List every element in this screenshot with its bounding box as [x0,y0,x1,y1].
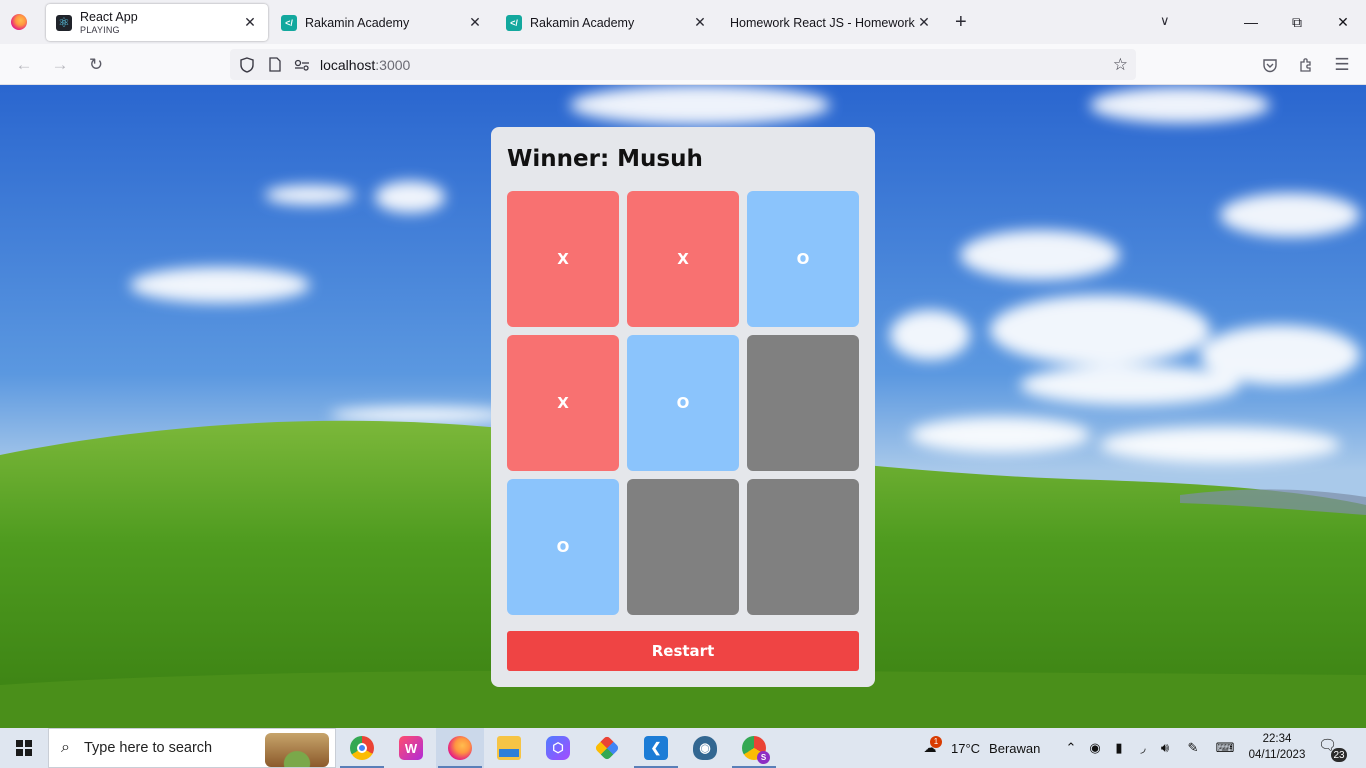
taskbar-firefox[interactable] [436,728,484,768]
record-icon[interactable]: ◉ [1086,738,1104,758]
postgresql-icon: ◉ [693,736,717,760]
page-viewport: Winner: Musuh X X O X O O Restart [0,85,1366,728]
search-highlight-image [265,733,329,767]
tab-rakamin-academy-1[interactable]: </ Rakamin Academy ✕ [271,4,493,41]
board-cell[interactable]: O [627,335,739,471]
wps-office-icon: W [399,736,423,760]
tab-homework-react[interactable]: Homework React JS - Homework Re ✕ [720,4,942,41]
minimize-window-icon[interactable]: — [1228,0,1274,44]
tab-strip: ⚛ React App PLAYING ✕ </ Rakamin Academy… [0,0,1366,44]
weather-alert-badge: 1 [930,736,942,748]
board-cell[interactable]: X [507,191,619,327]
tab-title: Rakamin Academy [530,15,635,30]
tab-title: Rakamin Academy [305,15,410,30]
windows-logo-icon [16,740,32,756]
file-explorer-icon [497,736,521,760]
taskbar-wps-office[interactable]: W [387,728,435,768]
board-cell[interactable]: X [507,335,619,471]
url-bar[interactable]: localhost:3000 ☆ [230,49,1136,80]
firefox-icon [448,736,472,760]
weather-description: Berawan [989,740,1041,756]
keyboard-icon[interactable]: ⌨ [1212,738,1238,758]
react-icon: ⚛ [56,14,72,31]
board-cell[interactable]: O [747,191,859,327]
taskbar-postgresql[interactable]: ◉ [681,728,729,768]
hamburger-menu-icon[interactable]: ☰ [1330,53,1354,77]
board-cell[interactable] [627,479,739,615]
show-hidden-icons-chevron-icon[interactable]: ⌃ [1062,738,1080,758]
taskbar-git[interactable] [583,728,631,768]
volume-icon[interactable]: 🔊︎ [1156,738,1174,758]
tab-playing-label: PLAYING [80,25,120,35]
url-port: :3000 [375,57,411,73]
url-host: localhost [320,57,376,73]
clock-date: 04/11/2023 [1248,749,1306,761]
close-window-icon[interactable]: ✕ [1320,0,1366,44]
url-text[interactable]: localhost:3000 [320,57,410,73]
rakamin-icon: </ [281,14,297,31]
wifi-icon[interactable]: ◞ [1134,738,1152,758]
search-placeholder: Type here to search [83,740,213,756]
board-cell[interactable] [747,479,859,615]
reload-icon[interactable]: ↻ [84,53,108,77]
pen-icon[interactable]: ✎ [1184,738,1202,758]
board-cell[interactable] [747,335,859,471]
list-all-tabs-icon[interactable]: ∨ [1160,13,1170,29]
vscode-icon: ❮ [644,736,668,760]
notification-count-badge: 23 [1330,747,1348,763]
page-icon[interactable] [266,56,283,73]
board-cell[interactable]: O [507,479,619,615]
git-icon [594,735,620,761]
start-button[interactable] [0,728,48,768]
shield-icon[interactable] [238,56,255,73]
restore-window-icon[interactable]: ⧉ [1274,0,1320,44]
firefox-menu-icon[interactable] [11,14,27,30]
chrome-profile-icon: S [742,736,770,764]
weather-widget[interactable]: 17°C Berawan [951,728,1040,768]
forward-icon[interactable]: → [48,53,72,77]
permissions-icon[interactable] [293,56,310,73]
game-card: Winner: Musuh X X O X O O Restart [491,127,875,687]
new-tab-button[interactable]: + [955,12,967,32]
tab-title: React App [80,10,138,24]
game-status: Winner: Musuh [507,146,703,172]
back-icon[interactable]: ← [12,53,36,77]
taskbar-file-explorer[interactable] [485,728,533,768]
taskbar-vscode[interactable]: ❮ [632,728,680,768]
chrome-icon [350,736,374,760]
tab-rakamin-academy-2[interactable]: </ Rakamin Academy ✕ [496,4,718,41]
taskbar-app[interactable]: ⬡ [534,728,582,768]
taskbar-search-box[interactable]: ⌕ Type here to search [48,728,336,768]
bookmark-star-icon[interactable]: ☆ [1113,55,1128,75]
clock-time: 22:34 [1262,733,1292,745]
close-tab-icon[interactable]: ✕ [692,14,708,31]
taskbar-clock[interactable]: 22:34 04/11/2023 [1240,731,1314,763]
battery-icon[interactable]: ▮ [1110,738,1128,758]
app-icon: ⬡ [546,736,570,760]
game-board: X X O X O O [507,191,859,615]
search-icon: ⌕ [61,739,70,756]
taskbar-chrome-profile[interactable]: S [730,728,778,768]
taskbar: ⌕ Type here to search W ⬡ ❮ ◉ S ☁ 1 17°C… [0,728,1366,768]
navigation-toolbar: ← → ↻ localhost:3000 ☆ ☰ [0,44,1366,85]
restart-button[interactable]: Restart [507,631,859,671]
weather-temperature: 17°C [951,740,981,756]
board-cell[interactable]: X [627,191,739,327]
extensions-icon[interactable] [1294,53,1318,77]
pocket-icon[interactable] [1258,53,1282,77]
close-tab-icon[interactable]: ✕ [916,14,932,31]
rakamin-icon: </ [506,14,522,31]
close-tab-icon[interactable]: ✕ [467,14,483,31]
tab-title: Homework React JS - Homework Re [730,15,916,30]
close-tab-icon[interactable]: ✕ [242,14,258,31]
tab-react-app[interactable]: ⚛ React App PLAYING ✕ [46,4,268,41]
taskbar-chrome[interactable] [338,728,386,768]
